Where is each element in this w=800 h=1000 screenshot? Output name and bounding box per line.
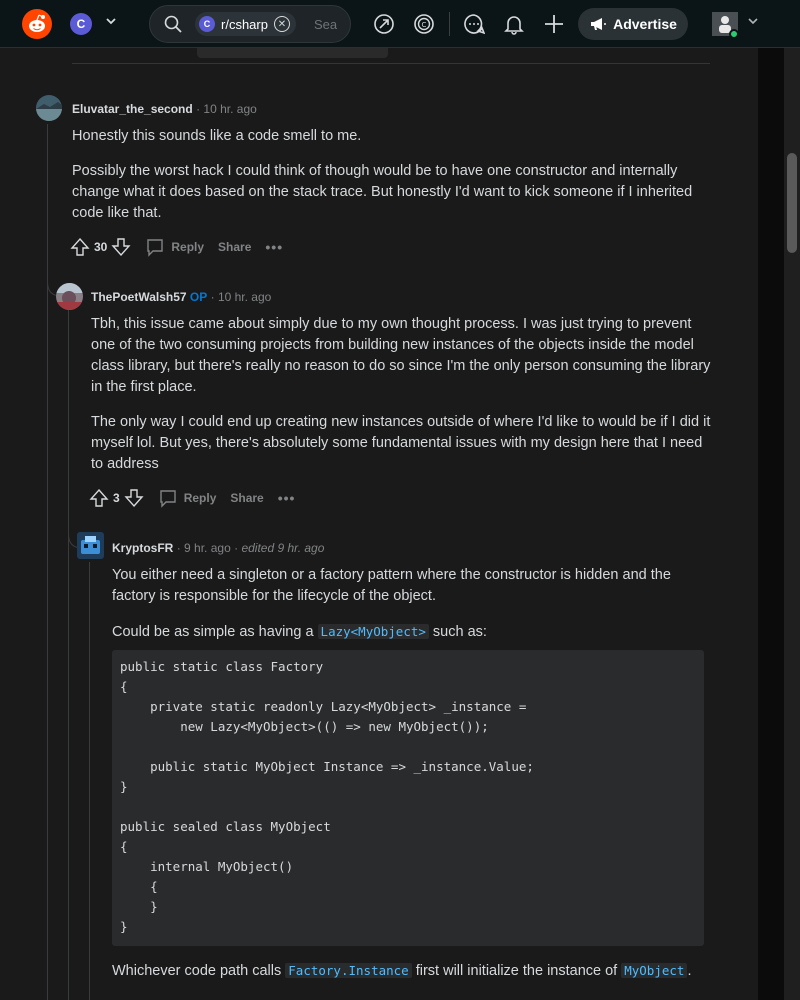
more-options-icon[interactable]: ••• xyxy=(278,490,296,506)
timestamp[interactable]: 10 hr. ago xyxy=(203,102,256,116)
reply-button[interactable]: Reply xyxy=(158,488,217,508)
author-name[interactable]: KryptosFR xyxy=(112,541,173,555)
comment-meta: Eluvatar_the_second · 10 hr. ago xyxy=(72,102,257,116)
share-button[interactable]: Share xyxy=(218,240,251,254)
share-button[interactable]: Share xyxy=(230,491,263,505)
megaphone-icon xyxy=(591,18,607,30)
subreddit-filter-chip[interactable]: C r/csharp ✕ xyxy=(195,12,296,36)
search-icon xyxy=(164,15,182,33)
avatar[interactable] xyxy=(36,95,62,121)
right-rail xyxy=(758,48,784,1000)
coins-icon[interactable]: C xyxy=(413,13,435,35)
reply-button[interactable]: Reply xyxy=(145,237,204,257)
plus-icon[interactable] xyxy=(543,13,565,35)
inline-code: MyObject xyxy=(621,963,688,978)
comment-body: You either need a singleton or a factory… xyxy=(112,565,712,657)
comment-meta: KryptosFR · 9 hr. ago · edited 9 hr. ago xyxy=(112,541,324,555)
code-block: public static class Factory { private st… xyxy=(112,650,704,946)
vote-controls: 3 xyxy=(89,488,144,508)
online-status-dot xyxy=(729,29,739,39)
popular-icon[interactable] xyxy=(373,13,395,35)
reddit-logo-icon[interactable] xyxy=(22,9,52,39)
vote-controls: 30 xyxy=(70,237,131,257)
author-name[interactable]: ThePoetWalsh57 xyxy=(91,290,187,304)
upvote-icon[interactable] xyxy=(89,488,109,508)
inline-code: Factory.Instance xyxy=(285,963,412,978)
reply-label: Reply xyxy=(183,491,217,505)
comment-icon xyxy=(147,239,164,257)
divider xyxy=(449,12,450,36)
search-placeholder[interactable]: Sea xyxy=(314,17,337,32)
text-span: . xyxy=(687,963,692,979)
chat-icon[interactable] xyxy=(463,13,485,35)
vote-count: 3 xyxy=(113,491,120,505)
thread-line[interactable] xyxy=(47,124,48,1000)
separator-dot: · xyxy=(210,290,218,304)
share-label: Share xyxy=(230,491,264,505)
edited-label: edited 9 hr. ago xyxy=(241,541,325,555)
timestamp[interactable]: 10 hr. ago xyxy=(218,290,271,304)
search-bar[interactable]: C r/csharp ✕ Sea xyxy=(149,5,351,43)
comment-body: Honestly this sounds like a code smell t… xyxy=(72,126,712,238)
text-span: Whichever code path calls xyxy=(112,963,286,979)
inline-code: Lazy<MyObject> xyxy=(317,624,429,639)
chevron-down-icon[interactable] xyxy=(104,14,118,31)
more-options-icon[interactable]: ••• xyxy=(265,239,283,255)
downvote-icon[interactable] xyxy=(111,237,131,257)
comment-paragraph: Possibly the worst hack I could think of… xyxy=(72,163,693,221)
comment-actions: 30 Reply Share ••• xyxy=(70,235,283,259)
comment-paragraph: Tbh, this issue came about simply due to… xyxy=(91,316,711,395)
text-span: first will initialize the instance of xyxy=(411,963,622,979)
upvote-icon[interactable] xyxy=(70,237,90,257)
comment-body: Tbh, this issue came about simply due to… xyxy=(91,314,711,489)
comment-paragraph: You either need a singleton or a factory… xyxy=(112,567,671,604)
thread-line[interactable] xyxy=(68,310,69,1000)
op-badge: OP xyxy=(189,290,208,304)
text-span: such as: xyxy=(428,624,487,640)
advertise-button[interactable]: Advertise xyxy=(578,8,688,40)
thread-line[interactable] xyxy=(89,562,90,1000)
divider xyxy=(72,63,710,64)
vote-count: 30 xyxy=(94,240,108,254)
code-content: public static class Factory { private st… xyxy=(120,659,534,934)
author-name[interactable]: Eluvatar_the_second xyxy=(72,102,193,116)
text-span: Could be as simple as having a xyxy=(112,624,318,640)
comment-icon xyxy=(159,490,176,508)
top-navigation-bar: C C r/csharp ✕ Sea C Advertise xyxy=(0,0,800,48)
share-label: Share xyxy=(218,240,252,254)
csharp-icon: C xyxy=(199,16,215,32)
avatar[interactable] xyxy=(56,283,83,310)
avatar[interactable] xyxy=(77,532,104,559)
scrollbar-thumb[interactable] xyxy=(787,153,797,253)
separator-dot: · xyxy=(176,541,185,555)
comment-paragraph: Honestly this sounds like a code smell t… xyxy=(72,128,362,144)
advertise-label: Advertise xyxy=(613,16,677,32)
close-icon[interactable]: ✕ xyxy=(273,16,290,32)
comment-paragraph: Could be as simple as having a Lazy<MyOb… xyxy=(112,621,712,643)
reply-label: Reply xyxy=(171,240,205,254)
downvote-icon[interactable] xyxy=(124,488,144,508)
bell-icon[interactable] xyxy=(503,13,525,35)
comment-paragraph: Whichever code path calls Factory.Instan… xyxy=(112,960,732,982)
comment-actions: 3 Reply Share ••• xyxy=(89,486,295,510)
comment-meta: ThePoetWalsh57 OP · 10 hr. ago xyxy=(91,290,271,304)
timestamp[interactable]: 9 hr. ago xyxy=(184,541,231,555)
subreddit-chip-label: r/csharp xyxy=(221,16,268,32)
svg-text:C: C xyxy=(422,21,427,29)
comment-box-edge xyxy=(197,48,388,58)
comment-paragraph: The only way I could end up creating new… xyxy=(91,414,711,472)
chevron-down-icon[interactable] xyxy=(746,14,760,31)
csharp-icon[interactable]: C xyxy=(70,13,92,35)
